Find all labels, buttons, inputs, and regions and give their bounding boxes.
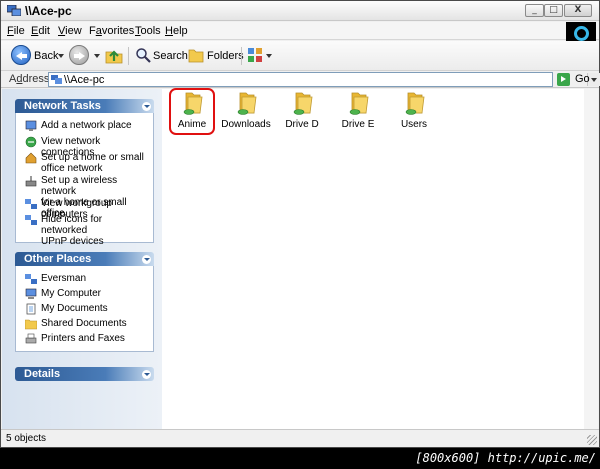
toolbar-separator: [241, 47, 242, 65]
back-history-dropdown[interactable]: [58, 54, 64, 58]
menu-bar: File Edit View Favorites Tools Help: [1, 22, 599, 40]
menu-tools[interactable]: Tools: [135, 25, 161, 37]
upnp-icon: [25, 215, 37, 225]
network-tasks-header[interactable]: Network Tasks: [15, 99, 154, 113]
shared-folder-icon: [25, 319, 37, 330]
up-folder-icon[interactable]: [105, 46, 123, 64]
menu-help[interactable]: Help: [165, 25, 188, 37]
close-button[interactable]: X: [564, 4, 592, 17]
menu-file[interactable]: File: [7, 25, 25, 37]
folders-icon[interactable]: [188, 47, 204, 63]
address-bar: Address \\Ace-pc Go: [1, 71, 600, 88]
folder-label[interactable]: Drive D: [275, 119, 329, 130]
vertical-scrollbar[interactable]: [584, 89, 598, 429]
folder-item[interactable]: Drive D: [275, 89, 329, 135]
views-icon[interactable]: [247, 47, 263, 63]
window-title: \\Ace-pc: [25, 4, 72, 18]
back-button[interactable]: [11, 45, 31, 65]
windows-logo-ring-icon: [574, 26, 589, 41]
folder-item[interactable]: Downloads: [219, 89, 273, 135]
workgroup-icon: [25, 199, 37, 209]
documents-icon: [26, 303, 36, 315]
home-network-icon: [25, 152, 37, 164]
address-value[interactable]: \\Ace-pc: [64, 74, 104, 86]
menu-favorites[interactable]: Favorites: [89, 25, 134, 37]
resize-grip-icon[interactable]: [587, 435, 597, 445]
expand-chevron-icon[interactable]: [142, 370, 151, 379]
details-header[interactable]: Details: [15, 367, 154, 381]
collapse-chevron-icon[interactable]: [142, 255, 151, 264]
wireless-network-icon: [25, 176, 37, 187]
details-title[interactable]: Details: [24, 368, 60, 380]
network-icon: [25, 274, 37, 284]
go-button[interactable]: Go: [557, 72, 595, 87]
address-label: Address: [9, 73, 50, 85]
maximize-button[interactable]: □: [544, 4, 563, 17]
printer-icon: [25, 333, 37, 344]
folder-item[interactable]: Anime: [165, 89, 219, 135]
toolbar: Back Search Folders: [1, 41, 599, 71]
network-tasks-title[interactable]: Network Tasks: [24, 100, 101, 112]
folder-icon: [349, 92, 369, 115]
details-panel: Details: [15, 367, 154, 381]
status-text: 5 objects: [6, 433, 47, 444]
toolbar-separator: [128, 47, 129, 65]
search-button[interactable]: Search: [153, 50, 188, 62]
network-place-icon: [25, 120, 37, 131]
go-label[interactable]: Go: [575, 73, 590, 85]
other-places-list: Eversman My Computer My Documents Shared…: [15, 266, 154, 352]
network-tasks-panel: Network Tasks Add a network place View n…: [15, 99, 154, 247]
address-input[interactable]: \\Ace-pc: [48, 72, 600, 87]
forward-button[interactable]: [69, 45, 89, 65]
collapse-chevron-icon[interactable]: [142, 102, 151, 111]
network-connections-icon: [25, 136, 37, 148]
search-icon[interactable]: [135, 47, 151, 63]
folder-item[interactable]: Users: [387, 89, 441, 135]
forward-history-dropdown[interactable]: [94, 54, 100, 58]
folder-icon: [405, 92, 425, 115]
title-bar[interactable]: \\Ace-pc _ □ X: [1, 1, 599, 21]
back-button-label[interactable]: Back: [34, 50, 58, 62]
task-pane: Network Tasks Add a network place View n…: [2, 89, 162, 429]
network-tasks-list: Add a network place View network connect…: [15, 113, 154, 247]
minimize-button[interactable]: _: [525, 4, 544, 17]
menu-edit[interactable]: Edit: [31, 25, 50, 37]
folder-icon: [183, 92, 203, 115]
folder-label[interactable]: Drive E: [331, 119, 385, 130]
folder-view[interactable]: Anime Downloads Drive D Drive E Users: [162, 88, 598, 429]
folder-icon: [293, 92, 313, 115]
other-places-header[interactable]: Other Places: [15, 252, 154, 266]
network-window-icon: [7, 5, 21, 16]
folder-item[interactable]: Drive E: [331, 89, 385, 135]
folder-label[interactable]: Downloads: [219, 119, 273, 130]
folders-button[interactable]: Folders: [207, 50, 244, 62]
folder-label[interactable]: Users: [387, 119, 441, 130]
explorer-window: \\Ace-pc _ □ X File Edit View Favorites …: [0, 0, 600, 448]
watermark: [800x600] http://upic.me/: [415, 451, 596, 465]
other-places-panel: Other Places Eversman My Computer My Doc…: [15, 252, 154, 352]
folder-label[interactable]: Anime: [165, 119, 219, 130]
computer-icon: [25, 288, 37, 299]
other-places-title[interactable]: Other Places: [24, 253, 91, 265]
status-bar: 5 objects: [1, 429, 599, 447]
folder-icon: [237, 92, 257, 115]
menu-view[interactable]: View: [58, 25, 82, 37]
go-arrow-icon[interactable]: [557, 73, 570, 86]
views-dropdown[interactable]: [266, 54, 272, 58]
network-location-icon: [51, 75, 62, 84]
